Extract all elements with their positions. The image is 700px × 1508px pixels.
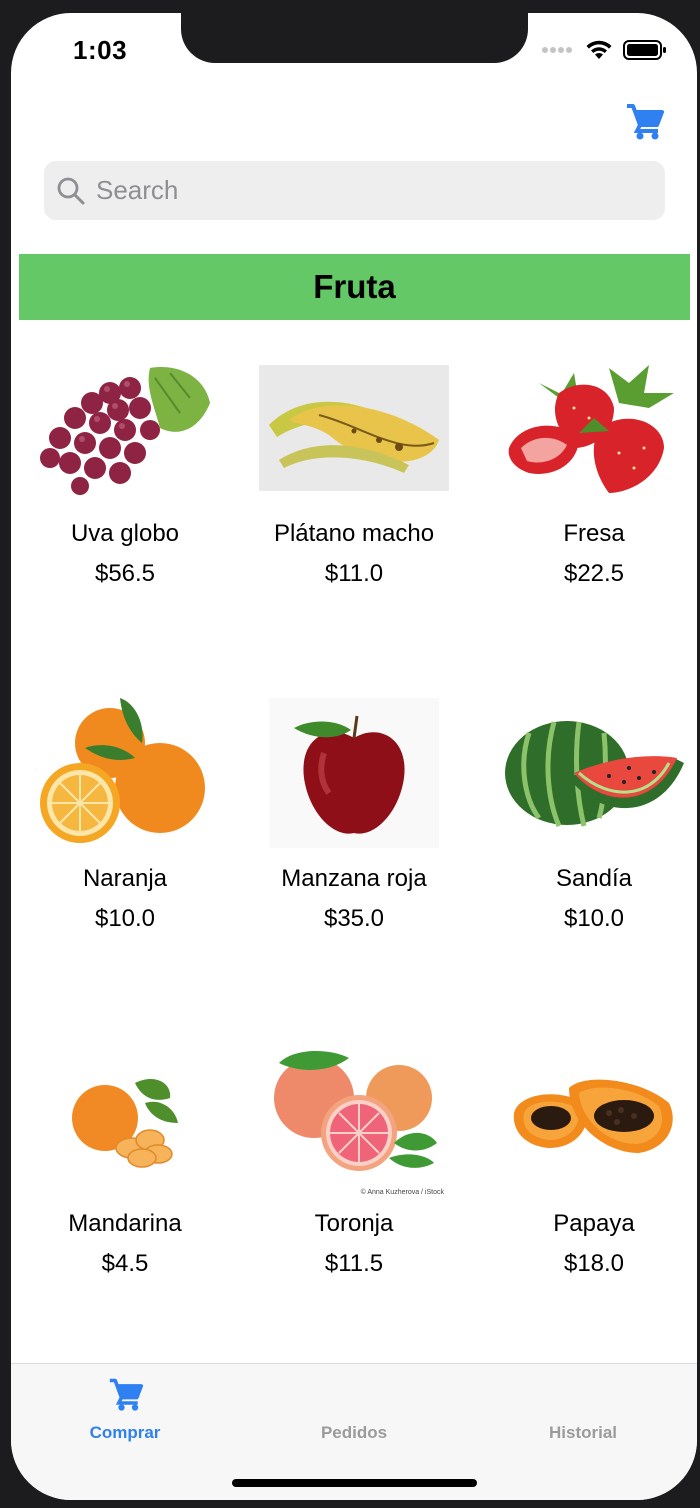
- product-name: Uva globo: [70, 520, 180, 547]
- product-card[interactable]: Naranja $10.0: [11, 693, 245, 933]
- product-card[interactable]: Manzana roja $35.0: [234, 693, 474, 933]
- wifi-icon: [586, 40, 612, 59]
- product-image-strawberry: [474, 348, 697, 508]
- product-price: $56.5: [94, 560, 156, 587]
- product-price: $35.0: [323, 905, 385, 932]
- product-name: Mandarina: [68, 1210, 182, 1237]
- search-bar[interactable]: [44, 161, 665, 220]
- product-card[interactable]: Mandarina $4.5: [11, 1038, 245, 1278]
- tab-label: Pedidos: [320, 1423, 388, 1442]
- product-image-plantain: [234, 348, 474, 508]
- tab-historial[interactable]: Historial: [493, 1364, 673, 1454]
- product-image-orange: [11, 693, 245, 853]
- tab-label: Historial: [548, 1423, 618, 1442]
- product-name: Manzana roja: [281, 865, 427, 892]
- device-notch: [181, 13, 528, 63]
- product-name: Sandía: [555, 865, 633, 892]
- product-card[interactable]: Papaya $18.0: [474, 1038, 697, 1278]
- product-image-grapefruit: © Anna Kuzherova / iStock: [234, 1038, 474, 1198]
- search-icon: [57, 177, 85, 204]
- product-name: Toronja: [314, 1210, 394, 1237]
- tab-pedidos[interactable]: Pedidos: [264, 1364, 444, 1454]
- status-icons: [541, 39, 667, 61]
- tab-label: Comprar: [89, 1423, 161, 1442]
- product-name: Plátano macho: [273, 520, 435, 547]
- product-price: $10.0: [563, 905, 625, 932]
- app-screen: 1:03 Fruta: [11, 13, 697, 1500]
- product-image-mandarin: [11, 1038, 245, 1198]
- tab-comprar[interactable]: Comprar: [35, 1364, 215, 1454]
- product-card[interactable]: Uva globo $56.5: [11, 348, 245, 588]
- product-price: $4.5: [101, 1250, 149, 1277]
- product-price: $22.5: [563, 560, 625, 587]
- search-input[interactable]: [94, 174, 638, 207]
- product-price: $11.5: [324, 1250, 384, 1277]
- product-card[interactable]: © Anna Kuzherova / iStock Toronja $11.5: [234, 1038, 474, 1278]
- product-card[interactable]: Fresa $22.5: [474, 348, 697, 588]
- product-image-watermelon: [474, 693, 697, 853]
- signal-icon: [542, 47, 572, 53]
- product-name: Papaya: [553, 1210, 635, 1237]
- product-card[interactable]: Sandía $10.0: [474, 693, 697, 933]
- product-price: $11.0: [324, 560, 384, 587]
- product-card[interactable]: Plátano macho $11.0: [234, 348, 474, 588]
- product-image-grapes: [11, 348, 245, 508]
- home-indicator: [232, 1479, 477, 1487]
- product-price: $10.0: [94, 905, 156, 932]
- cart-icon: [109, 1378, 144, 1411]
- status-time: 1:03: [73, 35, 128, 65]
- category-header: Fruta: [19, 254, 690, 320]
- image-credit: © Anna Kuzherova / iStock: [360, 1189, 444, 1196]
- product-image-apple: [234, 693, 474, 853]
- battery-icon: [623, 40, 666, 60]
- product-price: $18.0: [563, 1250, 625, 1277]
- product-name: Fresa: [563, 520, 625, 547]
- product-image-papaya: [474, 1038, 697, 1198]
- cart-icon[interactable]: [625, 101, 665, 141]
- product-name: Naranja: [82, 865, 168, 892]
